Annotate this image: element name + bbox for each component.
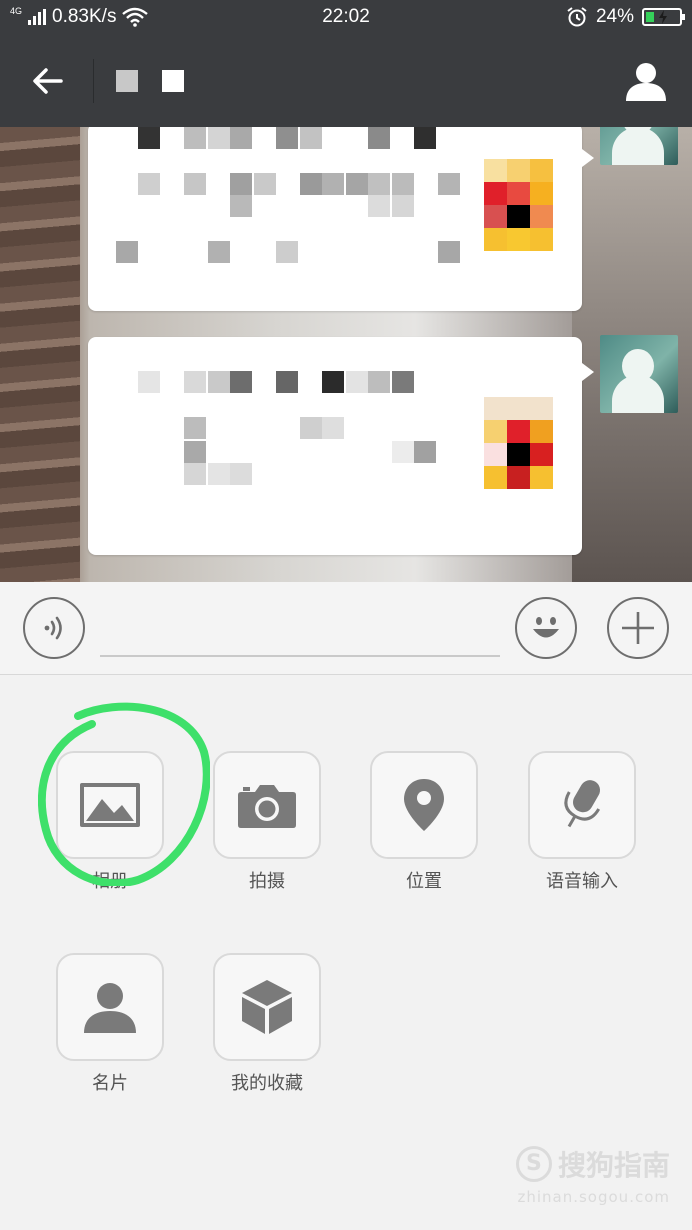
voice-input-button[interactable] — [528, 751, 636, 859]
contact-card-button[interactable] — [56, 953, 164, 1061]
album-label: 相册 — [92, 871, 128, 892]
background-wall — [0, 127, 80, 582]
contact-card-label: 名片 — [92, 1073, 128, 1094]
sogou-logo-icon: S — [515, 1146, 552, 1182]
arrow-left-icon[interactable] — [28, 61, 68, 101]
watermark-url: zhinan.sogou.com — [517, 1188, 670, 1206]
battery-icon — [642, 8, 685, 26]
header-divider — [93, 59, 94, 103]
battery-fill — [646, 12, 654, 22]
camera-icon — [238, 785, 296, 828]
chat-header — [0, 35, 692, 127]
chat-message-area[interactable] — [0, 127, 692, 582]
battery-percent: 24% — [595, 6, 634, 27]
chat-title-redacted-2 — [162, 70, 184, 92]
more-button[interactable] — [607, 597, 669, 659]
contact-card-icon — [84, 983, 136, 1033]
plus-icon — [622, 612, 654, 644]
image-icon — [80, 783, 140, 827]
location-label: 位置 — [406, 871, 442, 892]
message-input[interactable] — [100, 625, 500, 657]
watermark-title: 搜狗指南 — [557, 1149, 670, 1182]
location-button[interactable] — [370, 751, 478, 859]
camera-button[interactable] — [213, 751, 321, 859]
favorites-label: 我的收藏 — [231, 1073, 303, 1094]
location-pin-icon — [404, 779, 444, 831]
camera-label: 拍摄 — [249, 871, 285, 892]
message-bubble[interactable] — [88, 127, 594, 311]
status-bar: 4G 0.83K/s 22:02 24% — [0, 0, 692, 35]
avatar[interactable] — [600, 335, 678, 413]
voice-button[interactable] — [23, 597, 85, 659]
input-bar — [0, 582, 692, 675]
person-icon[interactable] — [624, 59, 668, 103]
status-right: 24% — [566, 6, 685, 28]
chat-title-redacted-1 — [116, 70, 138, 92]
message-thumbnail[interactable] — [484, 159, 553, 251]
voice-input-label: 语音输入 — [546, 871, 618, 892]
voice-icon — [44, 616, 62, 640]
album-button[interactable] — [56, 751, 164, 859]
alarm-icon — [567, 7, 587, 27]
watermark: S 搜狗指南 zhinan.sogou.com — [515, 1144, 670, 1206]
favorites-button[interactable] — [213, 953, 321, 1061]
chat-screen: 4G 0.83K/s 22:02 24% 相册 拍摄 位置 语音输入 名片 我的… — [0, 0, 692, 1230]
message-bubble[interactable] — [88, 337, 594, 555]
microphone-icon — [564, 780, 601, 828]
message-thumbnail[interactable] — [484, 397, 553, 489]
emoji-button[interactable] — [515, 597, 577, 659]
avatar[interactable] — [600, 127, 678, 165]
cube-icon — [242, 980, 292, 1034]
smiley-icon — [533, 617, 559, 638]
